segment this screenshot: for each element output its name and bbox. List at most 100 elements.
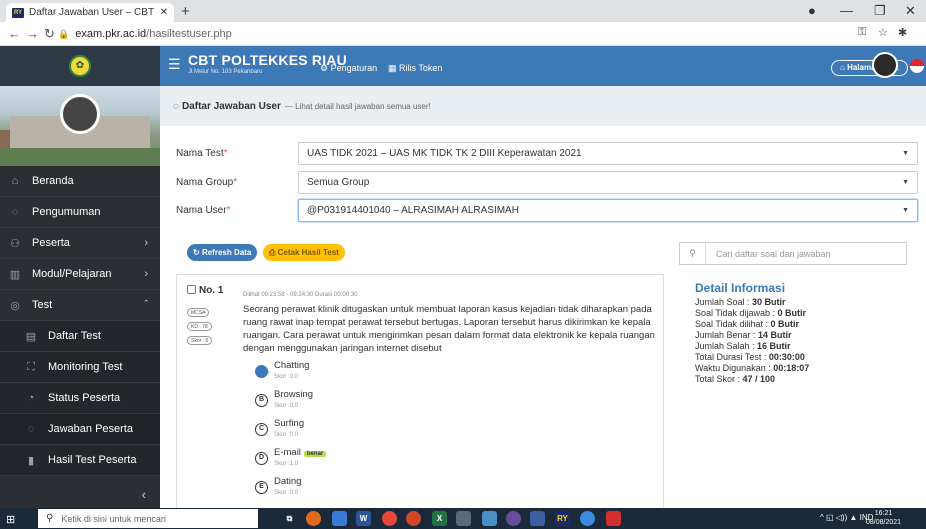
avatar[interactable]	[60, 94, 100, 134]
url-field[interactable]: 🔒 exam.pkr.ac.id/hasiltestuser.php	[58, 25, 858, 43]
language-flag-icon[interactable]	[910, 59, 924, 73]
refresh-icon: ↻	[193, 248, 202, 257]
browser-tab-bar: RY Daftar Jawaban User – CBT POLTE ✕ + ●…	[0, 0, 926, 22]
sidebar-item-test[interactable]: ◎ Test ˆ	[0, 290, 160, 321]
search-placeholder: Cari daftar soal dan jawaban	[716, 248, 831, 259]
form-row-user: Nama User* @P031914401040 – ALRASIMAH AL…	[176, 199, 918, 222]
back-icon[interactable]: ←	[8, 26, 21, 41]
app5-icon[interactable]	[580, 511, 595, 526]
taskbar: ⊞ ⚲ Ketik di sini untuk mencari ⧉ W X RY…	[0, 508, 926, 529]
chrome-icon[interactable]	[382, 511, 397, 526]
question-number[interactable]: No. 1	[187, 285, 223, 296]
forward-icon[interactable]: →	[26, 26, 39, 41]
search-input[interactable]: ⚲ Cari daftar soal dan jawaban	[679, 242, 907, 265]
profile-icon[interactable]: ●	[808, 3, 816, 18]
option-b-icon: B	[255, 394, 268, 407]
dropdown-arrow-icon: ▼	[902, 207, 909, 214]
firefox-icon[interactable]	[306, 511, 321, 526]
sidebar-item-monitoring-test[interactable]: ⛶ Monitoring Test	[0, 352, 160, 383]
collapse-sidebar-icon[interactable]: ‹	[142, 487, 146, 502]
excel-icon[interactable]: X	[432, 511, 447, 526]
detail-skor: Total Skor : 47 / 100	[695, 374, 776, 384]
explorer-icon[interactable]	[456, 511, 471, 526]
app3-icon[interactable]	[506, 511, 521, 526]
user-label: Nama User	[176, 205, 227, 216]
extensions-icon[interactable]: ✱	[898, 26, 907, 39]
refresh-data-button[interactable]: ↻ Refresh Data	[187, 244, 258, 261]
close-window-icon[interactable]: ✕	[905, 3, 916, 19]
maximize-icon[interactable]: ❐	[874, 3, 886, 19]
monitor-icon: ⛶	[27, 360, 35, 373]
sidebar-item-label: Test	[32, 299, 53, 311]
detail-jumlah-soal: Jumlah Soal : 30 Butir	[695, 297, 786, 307]
settings-icon: ⚙	[320, 63, 331, 73]
word-icon[interactable]: W	[356, 511, 371, 526]
windows-start-icon[interactable]: ⊞	[6, 513, 15, 526]
sidebar-item-daftar-test[interactable]: ▤ Daftar Test	[0, 321, 160, 352]
nav-pengaturan[interactable]: ⚙ Pengaturan	[320, 63, 377, 74]
sidebar-item-label: Hasil Test Peserta	[48, 454, 137, 466]
app4-icon[interactable]	[530, 511, 545, 526]
app2-icon[interactable]	[482, 511, 497, 526]
pdf-icon[interactable]	[606, 511, 621, 526]
option-e-icon: E	[255, 481, 268, 494]
sidebar-item-jawaban-peserta[interactable]: ◌ Jawaban Peserta	[0, 414, 160, 445]
new-tab-icon[interactable]: +	[181, 3, 190, 20]
store-icon[interactable]	[332, 511, 347, 526]
sidebar-item-hasil-test[interactable]: ▮ Hasil Test Peserta	[0, 445, 160, 476]
group-select[interactable]: Semua Group ▼	[298, 171, 918, 194]
tab-title: Daftar Jawaban User – CBT POLTE	[29, 7, 156, 18]
ry-app-icon[interactable]: RY	[555, 511, 570, 526]
key-icon[interactable]: ⚿	[858, 26, 866, 39]
sidebar-item-label: Daftar Test	[48, 330, 101, 342]
cetak-hasil-button[interactable]: ⎙ Cetak Hasil Test	[263, 244, 345, 261]
menu-toggle-icon[interactable]: ☰	[168, 56, 181, 73]
chevron-up-icon: ˆ	[144, 299, 148, 311]
star-icon[interactable]: ☆	[878, 26, 888, 39]
selected-radio-icon: A	[255, 365, 269, 378]
profile-banner	[0, 86, 160, 166]
option-c: C Surfing Skor :0.0	[255, 418, 304, 438]
chevron-right-icon: ›	[144, 268, 148, 280]
form-row-group: Nama Group* Semua Group ▼	[176, 171, 918, 194]
answers-icon: ◌	[27, 423, 35, 435]
sidebar-item-label: Status Peserta	[48, 392, 121, 404]
sidebar-item-modul[interactable]: ▥ Modul/Pelajaran ›	[0, 259, 160, 290]
sidebar-item-label: Pengumuman	[32, 206, 101, 218]
detail-informasi: Detail Informasi Jumlah Soal : 30 Butir …	[695, 281, 915, 385]
page-header: ◌ Daftar Jawaban User — Lihat detail has…	[160, 86, 926, 126]
user-avatar[interactable]	[872, 52, 898, 78]
clock[interactable]: 16:21 08/08/2021	[866, 509, 901, 527]
sidebar: ✿ ⌂ Beranda ◌ Pengumuman ⚇ Peserta › ▥ M…	[0, 46, 160, 508]
user-select[interactable]: @P031914401040 – ALRASIMAH ALRASIMAH ▼	[298, 199, 918, 222]
option-c-icon: C	[255, 423, 268, 436]
taskbar-search[interactable]: ⚲ Ketik di sini untuk mencari	[38, 509, 258, 528]
nav-rilis-token[interactable]: ▦ Rilis Token	[388, 63, 442, 74]
sidebar-item-beranda[interactable]: ⌂ Beranda	[0, 166, 160, 197]
sidebar-item-pengumuman[interactable]: ◌ Pengumuman	[0, 197, 160, 228]
task-view-icon[interactable]: ⧉	[282, 511, 297, 526]
lock-icon: 🔒	[58, 28, 70, 39]
close-tab-icon[interactable]: ✕	[160, 7, 168, 18]
sidebar-logo[interactable]: ✿	[0, 46, 160, 86]
minimize-icon[interactable]: —	[840, 3, 853, 18]
sidebar-item-status-peserta[interactable]: ◔ Status Peserta	[0, 383, 160, 414]
page-subtitle: — Lihat detail hasil jawaban semua user!	[284, 101, 431, 111]
home-icon: ⌂	[11, 175, 19, 187]
favicon-icon: RY	[12, 7, 24, 18]
group-label: Nama Group	[176, 177, 234, 188]
app-icon[interactable]	[406, 511, 421, 526]
checkbox[interactable]	[187, 285, 196, 294]
browser-tab[interactable]: RY Daftar Jawaban User – CBT POLTE ✕	[6, 3, 174, 22]
reload-icon[interactable]: ↻	[44, 26, 55, 42]
option-a: A Chatting Skor :0.0	[255, 360, 309, 380]
search-icon: ⚲	[46, 513, 54, 524]
test-label: Nama Test	[176, 148, 224, 159]
test-select[interactable]: UAS TIDK 2021 – UAS MK TIDK TK 2 DIII Ke…	[298, 142, 918, 165]
correct-badge: benar	[303, 451, 327, 457]
sidebar-item-label: Monitoring Test	[48, 361, 123, 373]
form-row-test: Nama Test* UAS TIDK 2021 – UAS MK TIDK T…	[176, 142, 918, 165]
option-e: E Dating Skor :0.0	[255, 476, 301, 496]
sidebar-item-peserta[interactable]: ⚇ Peserta ›	[0, 228, 160, 259]
chart-icon: ▮	[27, 454, 35, 467]
